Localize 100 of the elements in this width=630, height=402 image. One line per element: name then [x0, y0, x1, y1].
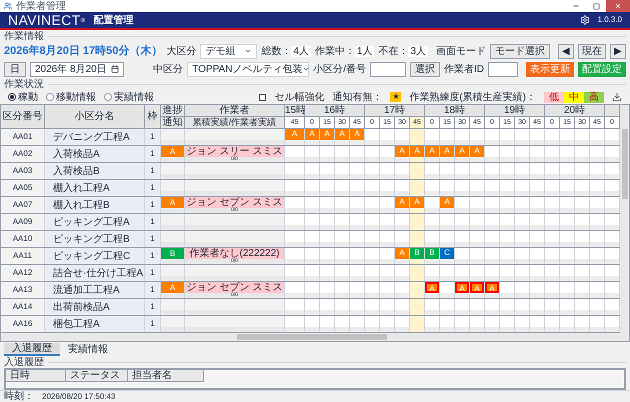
input-field[interactable] — [488, 62, 518, 76]
column-header: 担当者名 — [128, 370, 204, 382]
schedule-block: A — [395, 248, 409, 259]
table-cell: 梱包工程A — [45, 316, 145, 332]
schedule-block: A — [425, 282, 439, 293]
table-cell: 1 — [145, 231, 161, 247]
field-label: 作業熟練度(累積生産実績)： — [409, 92, 536, 102]
hour-header: 15時 — [285, 105, 305, 117]
download-icon[interactable] — [612, 92, 622, 102]
table-cell — [161, 129, 185, 140]
schedule-block: B — [410, 248, 424, 259]
table-cell: AA01 — [1, 129, 45, 145]
table-cell: ピッキング工程A — [45, 214, 145, 230]
settings-icon[interactable] — [580, 15, 590, 25]
table-cell — [161, 265, 185, 276]
schedule-block: A — [470, 282, 484, 293]
radio-button[interactable] — [46, 93, 54, 101]
table-cell: 1 — [145, 282, 161, 298]
schedule-block: A — [455, 146, 469, 157]
schedule-block: C — [440, 248, 454, 259]
table-cell: 流通加工工程A — [45, 282, 145, 298]
count-value: 3人 — [408, 46, 428, 56]
table-cell: 1 — [145, 248, 161, 264]
field-label: 画面モード — [436, 46, 486, 56]
section-legend: 作業状況 — [4, 78, 44, 90]
table-cell: AA14 — [1, 299, 45, 315]
hour-header: 16時 — [305, 105, 365, 117]
worker-name: ジョン セブン スミス — [185, 197, 284, 208]
hour-header: 17時 — [365, 105, 425, 117]
checkbox[interactable] — [259, 94, 266, 100]
field-label: 作業者ID — [444, 64, 484, 74]
status-time: 2026/08/20 17:50:43 — [42, 392, 116, 402]
table-cell: AA10 — [1, 231, 45, 247]
window-title: 作業者管理 — [16, 0, 66, 12]
table-cell: ピッキング工程C — [45, 248, 145, 264]
hour-header: 18時 — [425, 105, 485, 117]
field-label: 小区分/番号 — [313, 64, 366, 74]
table-cell: 1 — [145, 214, 161, 230]
nav-button[interactable]: ◀ — [558, 44, 574, 58]
calendar-icon — [110, 65, 119, 73]
dropdown[interactable]: TOPPANノベルティ包装 — [187, 62, 310, 76]
section-legend: 作業情報 — [4, 30, 44, 42]
status-label: 時刻： — [4, 391, 34, 402]
schedule-block: A — [455, 282, 469, 293]
table-cell: AA03 — [1, 163, 45, 179]
table-cell: AA05 — [1, 180, 45, 196]
table-cell: 1 — [145, 163, 161, 179]
table-cell: AA13 — [1, 282, 45, 298]
count-value: 1人 — [354, 46, 374, 56]
dropdown[interactable]: デモ組 — [200, 44, 258, 58]
table-cell: ピッキング工程B — [45, 231, 145, 247]
table-cell: 1 — [145, 316, 161, 332]
date-picker[interactable]: 2026年 8月20日 — [30, 62, 124, 76]
table-cell — [161, 180, 185, 191]
table-cell: 1 — [145, 197, 161, 213]
table-cell: AA12 — [1, 265, 45, 281]
table-cell: 1 — [145, 129, 161, 145]
table-cell: 詰合せ·仕分け工程A — [45, 265, 145, 281]
table-cell — [161, 163, 185, 174]
mode-select-button[interactable]: モード選択 — [490, 44, 550, 58]
worker-name: 作業者なし(222222) — [185, 248, 284, 259]
table-cell: 出荷前検品A — [45, 299, 145, 315]
schedule-block: A — [425, 146, 439, 157]
table-cell: 入荷検品B — [45, 163, 145, 179]
table-cell: AA07 — [1, 197, 45, 213]
close-button[interactable] — [606, 0, 630, 12]
schedule-block: A — [285, 129, 304, 140]
table-cell — [161, 299, 185, 310]
input-field[interactable] — [370, 62, 406, 76]
maximize-icon[interactable] — [592, 2, 600, 10]
select-button[interactable]: 選択 — [410, 62, 440, 76]
schedule-block: A — [440, 197, 454, 208]
count-label: 総数： — [261, 46, 292, 56]
schedule-block: A — [410, 197, 424, 208]
radio-button[interactable] — [8, 93, 16, 101]
hour-header: 19時 — [485, 105, 545, 117]
table-cell: 1 — [145, 180, 161, 196]
schedule-block: A — [485, 282, 499, 293]
field-label: 中区分 — [153, 64, 184, 74]
nav-button[interactable]: 現在 — [578, 44, 606, 58]
column-header: 作業者 — [185, 105, 285, 117]
count-label: 作業中： — [314, 46, 355, 56]
day-button[interactable]: 日 — [4, 62, 26, 76]
progress-badge: A — [161, 197, 184, 208]
nav-button[interactable]: ▶ — [610, 44, 626, 58]
notify-marker: ★ — [390, 92, 402, 102]
progress-badge: A — [161, 146, 184, 157]
close-icon — [614, 2, 622, 10]
schedule-block: A — [320, 129, 334, 140]
worker-name: ジョン セブン スミス — [185, 282, 284, 293]
table-cell: 棚入れ工程B — [45, 197, 145, 213]
table-cell: 棚入れ工程A — [45, 180, 145, 196]
radio-label: 実績情報 — [114, 92, 154, 102]
horizontal-scrollbar[interactable] — [1, 333, 620, 341]
vertical-scrollbar[interactable] — [620, 105, 629, 341]
column-header: ステータス — [66, 370, 128, 382]
table-cell — [161, 316, 185, 327]
skill-legend: 低 — [544, 92, 564, 102]
tab[interactable]: 入退履歴 — [4, 343, 60, 356]
radio-button[interactable] — [104, 93, 112, 101]
